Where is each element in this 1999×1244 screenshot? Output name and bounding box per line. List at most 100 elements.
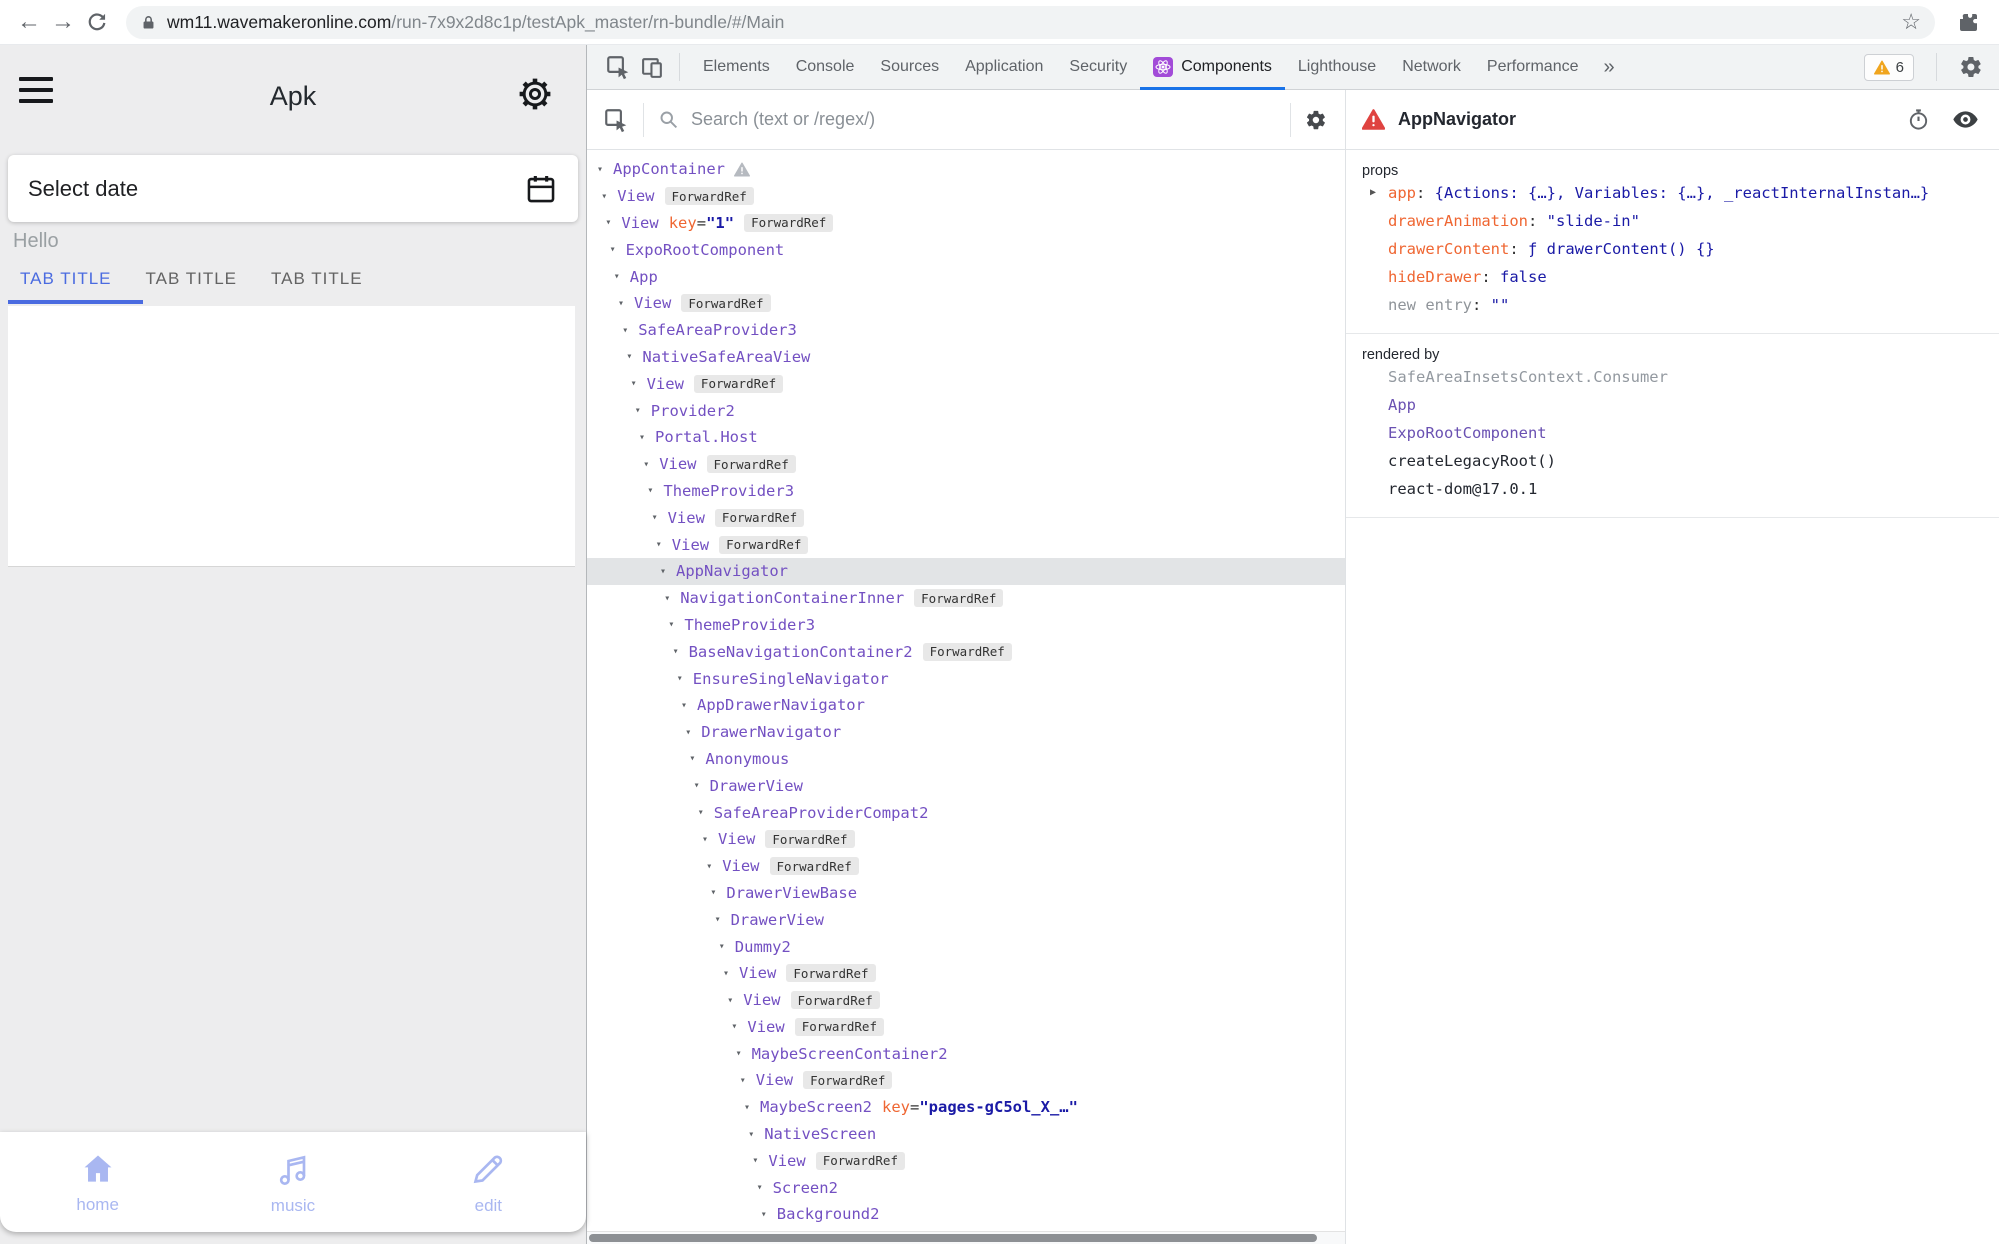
expand-arrow-icon[interactable]: ▾ [618,298,634,309]
expand-arrow-icon[interactable]: ▾ [673,646,689,657]
prop-row-app[interactable]: ▶app: {Actions: {…}, Variables: {…}, _re… [1362,179,1983,207]
expand-arrow-icon[interactable]: ▾ [601,191,617,202]
tree-row-maybescreencontainer2[interactable]: ▾MaybeScreenContainer2 [587,1040,1345,1067]
suspense-eye-icon[interactable] [1952,106,1979,133]
tree-row-provider2[interactable]: ▾Provider2 [587,397,1345,424]
expand-arrow-icon[interactable]: ▾ [736,1048,752,1059]
tree-row-view[interactable]: ▾ViewForwardRef [587,504,1345,531]
expand-arrow-icon[interactable]: ▾ [723,968,739,979]
nav-item-home[interactable]: home [0,1132,195,1232]
extensions-puzzle-icon[interactable] [1951,5,1985,39]
tree-row-drawerview[interactable]: ▾DrawerView [587,906,1345,933]
horizontal-scrollbar[interactable] [587,1231,1345,1244]
tree-row-view[interactable]: ▾ViewForwardRef [587,826,1345,853]
reload-button[interactable] [80,5,114,39]
tree-row-ensuresinglenavigator[interactable]: ▾EnsureSingleNavigator [587,665,1345,692]
expand-arrow-icon[interactable]: ▾ [660,566,676,577]
bookmark-star-icon[interactable]: ☆ [1901,9,1921,35]
expand-arrow-icon[interactable]: ▾ [752,1155,768,1166]
tree-row-view[interactable]: ▾ViewForwardRef [587,451,1345,478]
expand-arrow-icon[interactable]: ▾ [681,700,697,711]
tree-row-nativescreen[interactable]: ▾NativeScreen [587,1121,1345,1148]
nav-item-edit[interactable]: edit [391,1132,586,1232]
profiler-stopwatch-icon[interactable] [1907,108,1930,131]
app-tab-3[interactable]: TAB TITLE [254,269,380,289]
tree-row-drawerviewbase[interactable]: ▾DrawerViewBase [587,880,1345,907]
expand-arrow-icon[interactable]: ▾ [710,887,726,898]
tree-row-drawerview[interactable]: ▾DrawerView [587,772,1345,799]
devtools-settings-gear-icon[interactable] [1959,55,1983,79]
app-settings-gear-icon[interactable] [514,73,556,115]
search-input[interactable] [691,109,1276,130]
back-button[interactable]: ← [12,5,46,39]
expand-arrow-icon[interactable]: ▾ [727,995,743,1006]
address-bar[interactable]: wm11.wavemakeronline.com/run-7x9x2d8c1p/… [126,6,1935,39]
expand-arrow-icon[interactable]: ▾ [647,485,663,496]
expand-arrow-icon[interactable]: ▾ [731,1021,747,1032]
tab-application[interactable]: Application [952,45,1056,89]
expand-arrow-icon[interactable]: ▾ [740,1075,756,1086]
tab-performance[interactable]: Performance [1474,45,1592,89]
tree-row-themeprovider3[interactable]: ▾ThemeProvider3 [587,612,1345,639]
expand-arrow-icon[interactable]: ▾ [622,325,638,336]
tree-row-portal.host[interactable]: ▾Portal.Host [587,424,1345,451]
select-component-icon[interactable] [603,107,629,133]
tree-row-view[interactable]: ▾ViewForwardRef [587,1014,1345,1041]
expand-arrow-icon[interactable]: ▾ [694,780,710,791]
tab-elements[interactable]: Elements [690,45,783,89]
tree-row-drawernavigator[interactable]: ▾DrawerNavigator [587,719,1345,746]
tab-network[interactable]: Network [1389,45,1474,89]
expand-arrow-icon[interactable]: ▾ [626,351,642,362]
tree-row-appnavigator[interactable]: ▾AppNavigator [587,558,1345,585]
expand-arrow-icon[interactable]: ▾ [685,727,701,738]
tab-security[interactable]: Security [1056,45,1140,89]
tree-row-basenavigationcontainer2[interactable]: ▾BaseNavigationContainer2ForwardRef [587,638,1345,665]
warnings-badge[interactable]: 6 [1864,54,1914,81]
expand-arrow-icon[interactable]: ▾ [635,405,651,416]
tree-row-maybescreen2[interactable]: ▾MaybeScreen2key="pages-gC5ol_X_…" [587,1094,1345,1121]
tree-row-view[interactable]: ▾ViewForwardRef [587,183,1345,210]
tree-row-view[interactable]: ▾ViewForwardRef [587,370,1345,397]
tree-row-screen2[interactable]: ▾Screen2 [587,1174,1345,1201]
tab-console[interactable]: Console [783,45,868,89]
expand-arrow-icon[interactable]: ▾ [643,459,659,470]
expand-arrow-icon[interactable]: ▶ [1370,179,1376,207]
tree-row-safeareaprovider3[interactable]: ▾SafeAreaProvider3 [587,317,1345,344]
rendered-by-app[interactable]: App [1362,391,1983,419]
tab-lighthouse[interactable]: Lighthouse [1285,45,1389,89]
expand-arrow-icon[interactable]: ▾ [677,673,693,684]
tree-row-themeprovider3[interactable]: ▾ThemeProvider3 [587,478,1345,505]
expand-arrow-icon[interactable]: ▾ [719,941,735,952]
tree-row-view[interactable]: ▾ViewForwardRef [587,1067,1345,1094]
date-picker-field[interactable]: Select date [8,155,578,222]
app-tab-2[interactable]: TAB TITLE [129,269,255,289]
expand-arrow-icon[interactable]: ▾ [761,1209,777,1220]
inspect-element-icon[interactable] [601,50,635,84]
rendered-by-exporootcomponent[interactable]: ExpoRootComponent [1362,419,1983,447]
expand-arrow-icon[interactable]: ▾ [664,593,680,604]
expand-arrow-icon[interactable]: ▾ [706,861,722,872]
device-toolbar-icon[interactable] [635,50,669,84]
expand-arrow-icon[interactable]: ▾ [757,1182,773,1193]
calendar-icon[interactable] [524,172,558,206]
expand-arrow-icon[interactable]: ▾ [698,807,714,818]
expand-arrow-icon[interactable]: ▾ [702,834,718,845]
tree-row-view[interactable]: ▾Viewkey="1"ForwardRef [587,210,1345,237]
tree-row-nativesafeareaview[interactable]: ▾NativeSafeAreaView [587,344,1345,371]
expand-arrow-icon[interactable]: ▾ [668,619,684,630]
expand-arrow-icon[interactable]: ▾ [652,512,668,523]
tree-row-anonymous[interactable]: ▾Anonymous [587,746,1345,773]
expand-arrow-icon[interactable]: ▾ [605,217,621,228]
tree-row-exporootcomponent[interactable]: ▾ExpoRootComponent [587,236,1345,263]
tree-row-appcontainer[interactable]: ▾AppContainer [587,156,1345,183]
more-tabs-chevron[interactable]: » [1591,56,1626,79]
tree-row-view[interactable]: ▾ViewForwardRef [587,853,1345,880]
tree-row-view[interactable]: ▾ViewForwardRef [587,987,1345,1014]
expand-arrow-icon[interactable]: ▾ [715,914,731,925]
tab-sources[interactable]: Sources [867,45,952,89]
nav-item-music[interactable]: music [195,1132,390,1232]
tree-row-navigationcontainerinner[interactable]: ▾NavigationContainerInnerForwardRef [587,585,1345,612]
tree-row-app[interactable]: ▾App [587,263,1345,290]
scrollbar-thumb[interactable] [589,1234,1317,1242]
tree-row-safeareaprovidercompat2[interactable]: ▾SafeAreaProviderCompat2 [587,799,1345,826]
